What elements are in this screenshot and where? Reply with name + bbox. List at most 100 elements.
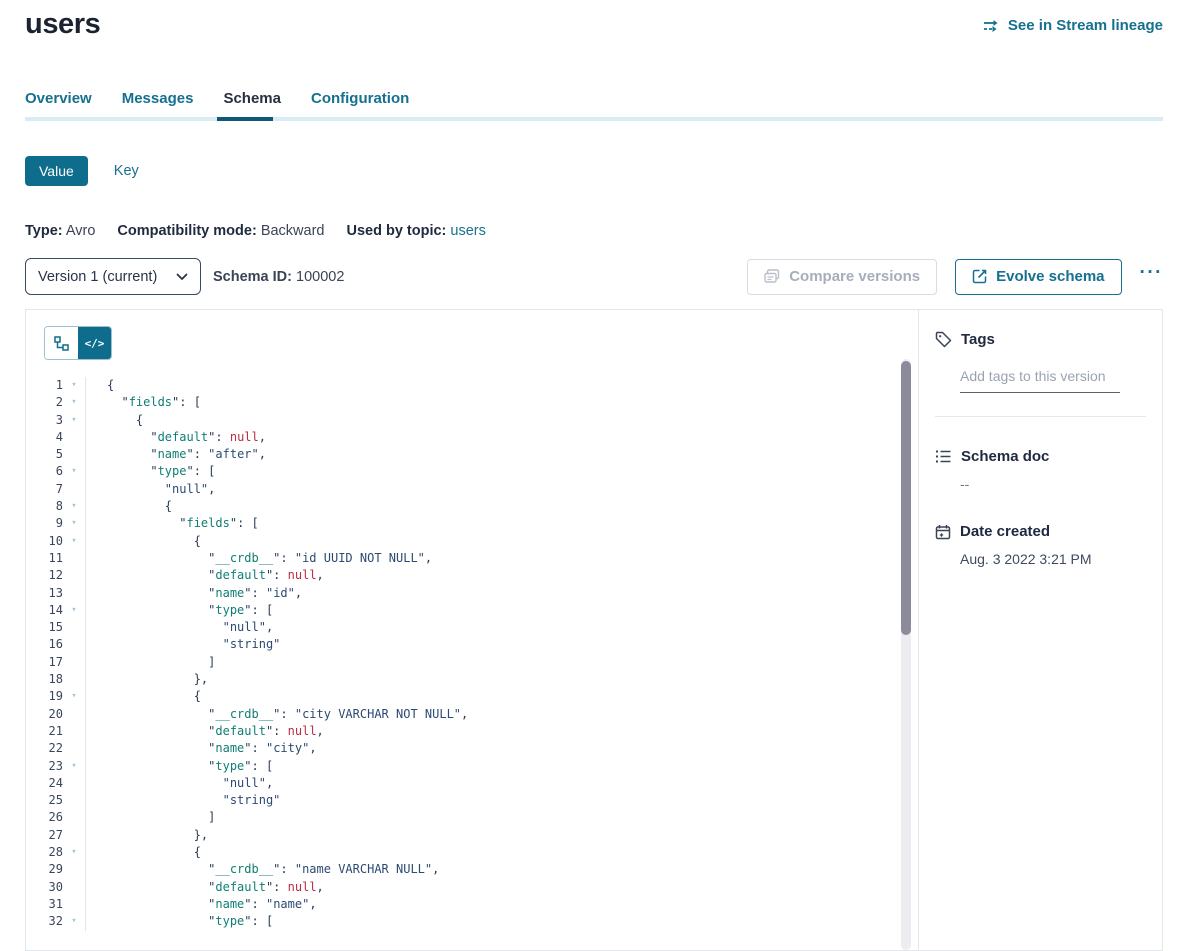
key-toggle-button[interactable]: Key — [114, 163, 139, 179]
line-number: 31 — [26, 896, 63, 913]
schema-meta-row: Type: Avro Compatibility mode: Backward … — [25, 223, 1163, 239]
code-text: "default": null, — [85, 879, 918, 896]
code-text: "__crdb__": "name VARCHAR NULL", — [85, 861, 918, 878]
tab-messages[interactable]: Messages — [122, 90, 194, 107]
schema-code-panel: </> 1▾{2▾ "fields": [3▾ {4 "default": nu… — [26, 310, 918, 950]
code-line: 4 "default": null, — [26, 429, 918, 446]
code-text: "string" — [85, 636, 918, 653]
add-tags-input[interactable] — [960, 368, 1120, 393]
tags-heading: Tags — [961, 331, 995, 348]
fold-arrow-icon[interactable]: ▾ — [63, 498, 85, 515]
calendar-icon — [935, 524, 951, 540]
topic-link[interactable]: users — [450, 223, 485, 239]
fold-arrow-icon[interactable]: ▾ — [63, 758, 85, 775]
fold-arrow-icon[interactable]: ▾ — [63, 463, 85, 480]
code-line: 6▾ "type": [ — [26, 463, 918, 480]
date-created-section: Date created Aug. 3 2022 3:21 PM — [935, 523, 1146, 567]
code-text: "default": null, — [85, 723, 918, 740]
code-text: { — [85, 844, 918, 861]
code-line: 16 "string" — [26, 636, 918, 653]
editor-scrollbar-thumb[interactable] — [901, 361, 911, 635]
code-text: "name": "name", — [85, 896, 918, 913]
code-line: 15 "null", — [26, 619, 918, 636]
code-line: 12 "default": null, — [26, 567, 918, 584]
line-number: 16 — [26, 636, 63, 653]
code-line: 14▾ "type": [ — [26, 602, 918, 619]
more-options-button[interactable]: ··· — [1140, 268, 1163, 286]
editor-scrollbar-track[interactable] — [901, 359, 911, 950]
fold-arrow-icon[interactable]: ▾ — [63, 515, 85, 532]
see-in-stream-lineage-label: See in Stream lineage — [1008, 17, 1163, 34]
code-text: "name": "after", — [85, 446, 918, 463]
fold-arrow-icon[interactable]: ▾ — [63, 844, 85, 861]
fold-gutter-spacer — [63, 896, 85, 913]
fold-gutter-spacer — [63, 429, 85, 446]
code-text: { — [85, 412, 918, 429]
code-line: 23▾ "type": [ — [26, 758, 918, 775]
line-number: 18 — [26, 671, 63, 688]
code-line: 17 ] — [26, 654, 918, 671]
schema-id-label: Schema ID: — [213, 269, 292, 285]
code-text: }, — [85, 671, 918, 688]
page-header: users See in Stream lineage — [25, 0, 1163, 41]
code-line: 3▾ { — [26, 412, 918, 429]
fold-gutter-spacer — [63, 740, 85, 757]
fold-arrow-icon[interactable]: ▾ — [63, 602, 85, 619]
line-number: 11 — [26, 550, 63, 567]
code-text: "null", — [85, 775, 918, 792]
fold-gutter-spacer — [63, 585, 85, 602]
used-by-topic-label: Used by topic: — [346, 223, 446, 239]
fold-gutter-spacer — [63, 636, 85, 653]
tab-schema[interactable]: Schema — [223, 90, 281, 107]
tab-configuration[interactable]: Configuration — [311, 90, 409, 107]
fold-gutter-spacer — [63, 706, 85, 723]
tab-overview[interactable]: Overview — [25, 90, 92, 107]
code-line: 21 "default": null, — [26, 723, 918, 740]
fold-gutter-spacer — [63, 809, 85, 826]
compare-versions-label: Compare versions — [789, 268, 920, 285]
line-number: 27 — [26, 827, 63, 844]
version-select[interactable]: Version 1 (current) — [25, 258, 201, 295]
compare-versions-button[interactable]: Compare versions — [747, 259, 937, 295]
line-number: 3 — [26, 412, 63, 429]
date-created-value: Aug. 3 2022 3:21 PM — [960, 551, 1146, 567]
compatibility-meta: Compatibility mode: Backward — [117, 223, 324, 239]
fold-arrow-icon[interactable]: ▾ — [63, 533, 85, 550]
line-number: 21 — [26, 723, 63, 740]
date-created-heading-row: Date created — [935, 523, 1146, 540]
fold-arrow-icon[interactable]: ▾ — [63, 394, 85, 411]
line-number: 20 — [26, 706, 63, 723]
fold-gutter-spacer — [63, 567, 85, 584]
fold-arrow-icon[interactable]: ▾ — [63, 688, 85, 705]
version-bar: Version 1 (current) Schema ID: 100002 Co… — [25, 258, 1163, 295]
code-view-button[interactable]: </> — [78, 327, 111, 359]
line-number: 22 — [26, 740, 63, 757]
fold-arrow-icon[interactable]: ▾ — [63, 377, 85, 394]
line-number: 19 — [26, 688, 63, 705]
value-toggle-button[interactable]: Value — [25, 156, 88, 186]
code-text: { — [85, 498, 918, 515]
chevron-down-icon — [176, 273, 188, 281]
tree-view-button[interactable] — [45, 327, 78, 359]
code-text: "__crdb__": "id UUID NOT NULL", — [85, 550, 918, 567]
version-actions: Compare versions Evolve schema ··· — [747, 259, 1163, 295]
line-number: 26 — [26, 809, 63, 826]
code-line: 7 "null", — [26, 481, 918, 498]
schema-doc-heading: Schema doc — [961, 448, 1049, 465]
code-text: ] — [85, 809, 918, 826]
line-number: 9 — [26, 515, 63, 532]
code-text: { — [85, 533, 918, 550]
evolve-schema-button[interactable]: Evolve schema — [955, 259, 1121, 295]
code-line: 13 "name": "id", — [26, 585, 918, 602]
line-number: 29 — [26, 861, 63, 878]
fold-gutter-spacer — [63, 671, 85, 688]
fold-gutter-spacer — [63, 654, 85, 671]
schema-doc-value: -- — [960, 476, 1146, 492]
code-line: 29 "__crdb__": "name VARCHAR NULL", — [26, 861, 918, 878]
schema-doc-heading-row: Schema doc — [935, 448, 1146, 465]
fold-arrow-icon[interactable]: ▾ — [63, 412, 85, 429]
see-in-stream-lineage-link[interactable]: See in Stream lineage — [983, 17, 1163, 34]
code-text: { — [85, 377, 918, 394]
code-text: "name": "id", — [85, 585, 918, 602]
used-by-topic-meta: Used by topic: users — [346, 223, 485, 239]
